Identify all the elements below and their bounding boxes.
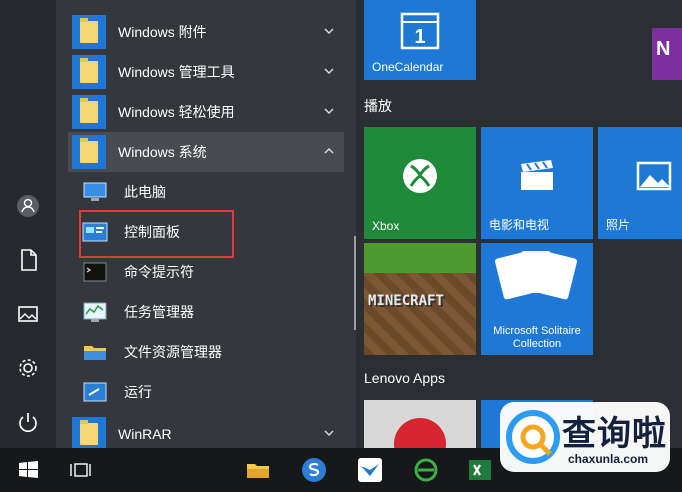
tile-minecraft[interactable]: MINECRAFT [364,243,476,355]
folder-windows-ease-of-access[interactable]: Windows 轻松使用 [68,92,344,132]
feishu-mail-icon[interactable] [356,456,384,484]
film-icon [521,160,553,191]
watermark-title: 查询啦 [562,415,667,453]
file-explorer-icon [80,337,110,367]
folder-winrar[interactable]: WinRAR [68,414,344,448]
folder-icon [72,417,106,448]
tile-label: 照片 [606,218,631,232]
photos-icon [636,162,672,191]
minecraft-logo-text: MINECRAFT [368,293,444,309]
lenovo-app-icon [394,418,446,448]
tile-xbox[interactable]: Xbox [364,127,476,239]
power-icon[interactable] [14,408,42,436]
task-manager-icon [80,297,110,327]
app-label: 任务管理器 [124,304,194,320]
document-icon[interactable] [14,246,42,274]
cmd-icon [80,257,110,287]
folder-label: Windows 轻松使用 [118,104,235,120]
group-label-play: 播放 [364,98,392,114]
watermark-site: chaxunla.com [568,452,649,466]
file-explorer-taskbar-icon[interactable] [244,456,272,484]
calendar-glyph: 1 [414,26,425,48]
folder-label: Windows 系统 [118,144,207,160]
tile-onecalendar[interactable]: 1 OneCalendar [364,0,476,80]
chevron-down-icon[interactable] [322,426,336,440]
app-label: 控制面板 [124,224,180,240]
app-this-pc[interactable]: 此电脑 [80,172,340,212]
task-view-icon[interactable] [66,456,94,484]
settings-icon[interactable] [14,354,42,382]
sogou-browser-icon[interactable] [300,456,328,484]
tiles-area: 1 OneCalendar N 播放 Xbox 电影和电视 照片 MINECRA… [356,0,682,448]
start-left-rail [0,0,56,448]
run-icon [80,377,110,407]
folder-label: Windows 管理工具 [118,64,235,80]
tile-photos[interactable]: 照片 [598,127,682,239]
tile-movies-tv[interactable]: 电影和电视 [481,127,593,239]
folder-icon [72,135,106,169]
folder-windows-admin-tools[interactable]: Windows 管理工具 [68,52,344,92]
ie-browser-icon[interactable] [412,456,440,484]
chevron-up-icon[interactable] [322,144,336,158]
tile-label: 电影和电视 [489,218,550,232]
grass-top [364,243,476,273]
folder-label: Windows 附件 [118,24,207,40]
chevron-down-icon[interactable] [322,24,336,38]
tile-onenote[interactable]: N [652,28,682,80]
app-file-explorer[interactable]: 文件资源管理器 [80,332,340,372]
chevron-down-icon[interactable] [322,64,336,78]
app-list: Windows 附件 Windows 管理工具 Windows 轻松使用 Win… [56,0,356,448]
app-run[interactable]: 运行 [80,372,340,412]
tile-solitaire[interactable]: Microsoft Solitaire Collection [481,243,593,355]
watermark-logo: 查询啦 chaxunla.com [500,402,670,472]
calendar-icon: 1 [400,12,440,49]
xbox-icon [403,159,437,194]
folder-windows-accessories[interactable]: Windows 附件 [68,12,344,52]
app-control-panel[interactable]: 控制面板 [80,212,340,252]
search-logo-icon [506,410,560,464]
folder-icon [72,15,106,49]
app-command-prompt[interactable]: 命令提示符 [80,252,340,292]
group-label-lenovo: Lenovo Apps [364,370,445,386]
folder-icon [72,55,106,89]
tile-label: OneCalendar [372,60,444,74]
windows-start-icon[interactable] [14,456,42,484]
app-label: 命令提示符 [124,264,194,280]
folder-label: WinRAR [118,426,172,442]
folder-icon [72,95,106,129]
chevron-down-icon[interactable] [322,104,336,118]
tile-label: Xbox [372,219,400,233]
excel-icon[interactable] [466,456,494,484]
pictures-icon[interactable] [14,300,42,328]
computer-icon [80,177,110,207]
app-label: 文件资源管理器 [124,344,222,360]
onenote-icon: N [656,38,671,60]
app-label: 运行 [124,384,152,400]
app-task-manager[interactable]: 任务管理器 [80,292,340,332]
control-panel-icon [80,217,110,247]
dirt-block [364,273,476,355]
folder-windows-system[interactable]: Windows 系统 [68,132,344,172]
tile-label: Microsoft Solitaire Collection [493,325,581,350]
user-icon[interactable] [14,192,42,220]
tile-lenovo-app-1[interactable] [364,400,476,448]
app-label: 此电脑 [124,184,166,200]
